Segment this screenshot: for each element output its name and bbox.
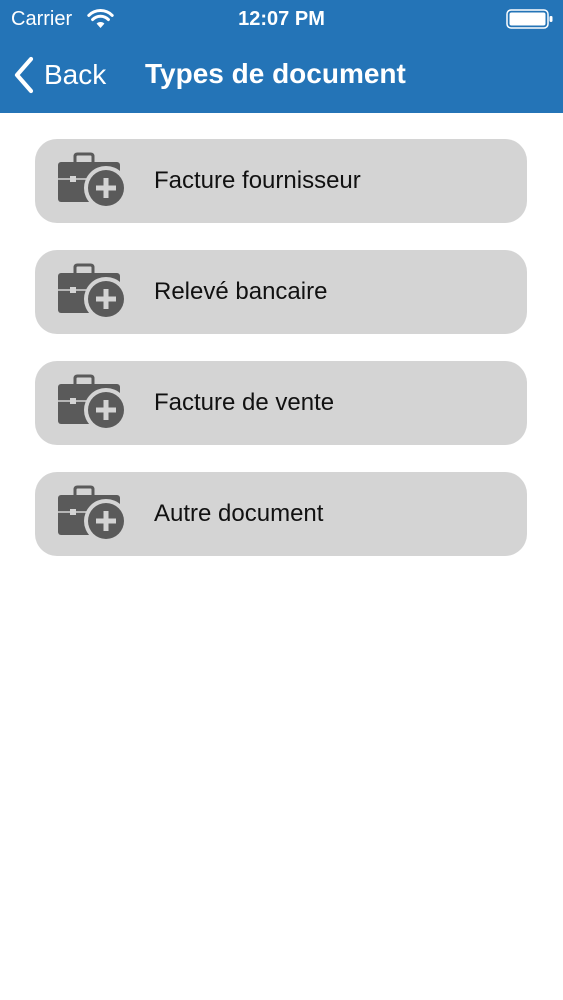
back-label: Back — [44, 59, 107, 90]
header: Carrier 12:07 PM Back Types de document — [0, 0, 563, 113]
briefcase-add-icon — [58, 485, 128, 543]
document-type-item-autre-document[interactable]: Autre document — [35, 472, 527, 556]
document-type-label: Facture de vente — [154, 389, 335, 416]
battery-icon — [506, 9, 553, 29]
status-bar: Carrier 12:07 PM — [0, 0, 563, 38]
briefcase-add-icon — [58, 374, 128, 432]
navigation-bar: Back Types de document — [0, 38, 563, 113]
document-type-item-facture-de-vente[interactable]: Facture de vente — [35, 361, 527, 445]
chevron-left-icon — [14, 56, 34, 94]
briefcase-add-icon — [58, 263, 128, 321]
document-type-item-releve-bancaire[interactable]: Relevé bancaire — [35, 250, 527, 334]
document-type-label: Relevé bancaire — [154, 278, 328, 305]
status-time: 12:07 PM — [238, 8, 325, 30]
document-type-list: Facture fournisseur Relevé bancaire Fact… — [35, 139, 527, 583]
back-button[interactable]: Back — [12, 54, 106, 96]
document-type-label: Autre document — [154, 500, 324, 527]
document-type-item-facture-fournisseur[interactable]: Facture fournisseur — [35, 139, 527, 223]
briefcase-add-icon — [58, 152, 128, 210]
screen: Carrier 12:07 PM Back Types de document — [0, 0, 563, 1000]
page-title: Types de document — [145, 58, 406, 89]
document-type-label: Facture fournisseur — [154, 167, 361, 194]
